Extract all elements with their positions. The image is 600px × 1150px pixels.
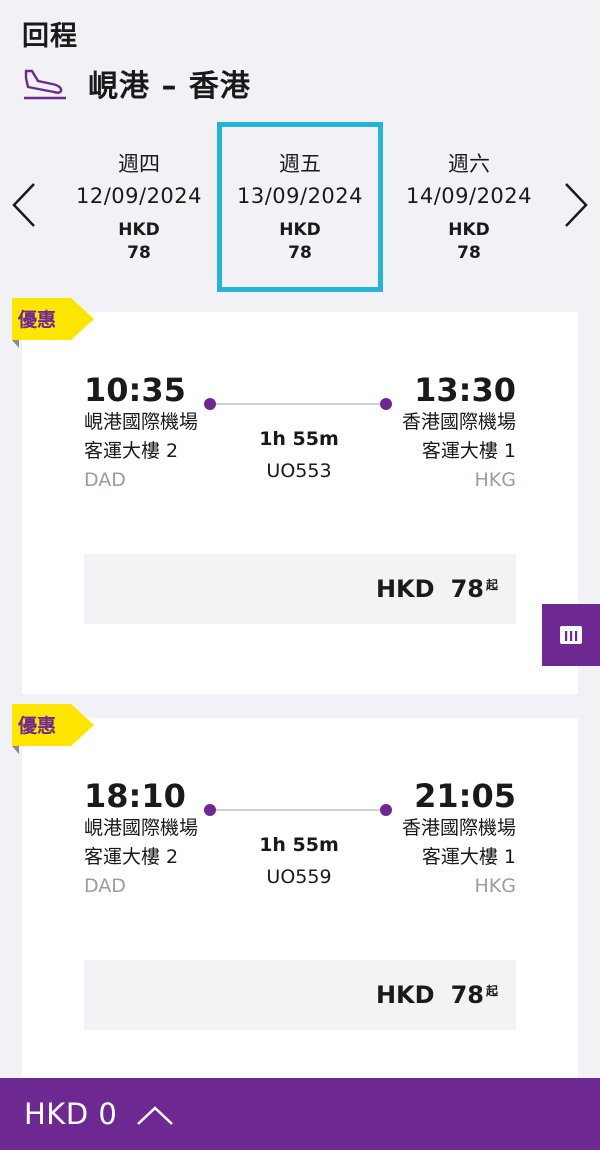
total-price: HKD 0: [24, 1097, 118, 1131]
route-line: [202, 802, 394, 818]
fare-price-box[interactable]: HKD 78 起: [84, 960, 516, 1030]
departure-time: 10:35: [84, 371, 186, 409]
departure-airport: 峴港國際機場: [84, 817, 199, 839]
date-price: 78: [127, 243, 151, 263]
date-selector: 週四 12/09/2024 HKD 78 週五 13/09/2024 HKD 7…: [0, 122, 600, 292]
flight-card[interactable]: 優惠 18:10 峴港國際機場 客運大樓 2 DAD 1h 55m UO559 …: [12, 704, 578, 1078]
fare-currency: HKD: [375, 981, 435, 1009]
departure-code: DAD: [84, 469, 126, 491]
fare-price-box[interactable]: HKD 78 起: [84, 554, 516, 624]
promo-badge-label: 優惠: [18, 309, 57, 331]
route-title: 峴港 – 香港: [88, 69, 251, 104]
promo-badge-label: 優惠: [18, 715, 57, 737]
flight-number: UO559: [266, 866, 332, 888]
arrival-airport: 香港國際機場: [401, 411, 516, 433]
arrival-code: HKG: [474, 875, 516, 897]
departure-airport: 峴港國際機場: [84, 411, 199, 433]
arrival-time: 21:05: [414, 777, 516, 815]
departure-terminal: 客運大樓 2: [84, 440, 179, 462]
arrival-info: 13:30 香港國際機場 客運大樓 1 HKG: [386, 372, 516, 494]
date-value: 13/09/2024: [236, 184, 364, 208]
date-dow: 週五: [279, 152, 321, 176]
origin-dot: [204, 804, 216, 816]
arrival-time: 13:30: [414, 371, 516, 409]
next-dates-arrow-icon[interactable]: [560, 180, 590, 230]
date-currency: HKD: [448, 220, 490, 240]
date-option-sat[interactable]: 週六 14/09/2024 HKD 78: [386, 122, 552, 292]
route-line-bar: [210, 809, 386, 811]
page-header: 回程 峴港 – 香港: [22, 14, 578, 105]
departure-info: 18:10 峴港國際機場 客運大樓 2 DAD: [84, 778, 214, 900]
arrival-terminal: 客運大樓 1: [421, 440, 516, 462]
date-dow: 週四: [118, 152, 160, 176]
fare-price: 78: [450, 981, 484, 1009]
departure-terminal: 客運大樓 2: [84, 846, 179, 868]
fare-from-suffix: 起: [485, 983, 498, 998]
departure-info: 10:35 峴港國際機場 客運大樓 2 DAD: [84, 372, 214, 494]
departure-time: 18:10: [84, 777, 186, 815]
date-option-thu[interactable]: 週四 12/09/2024 HKD 78: [56, 122, 222, 292]
promo-badge: 優惠: [12, 704, 94, 746]
date-value: 12/09/2024: [75, 184, 203, 208]
date-option-fri-selected[interactable]: 週五 13/09/2024 HKD 78: [217, 122, 383, 292]
chevron-up-icon[interactable]: [135, 1105, 175, 1127]
list-columns-icon: [560, 626, 582, 644]
date-currency: HKD: [279, 220, 321, 240]
arrival-info: 21:05 香港國際機場 客運大樓 1 HKG: [386, 778, 516, 900]
route-line-bar: [210, 403, 386, 405]
flight-card[interactable]: 優惠 10:35 峴港國際機場 客運大樓 2 DAD 1h 55m UO553 …: [12, 298, 578, 694]
flight-number: UO553: [266, 460, 332, 482]
departure-code: DAD: [84, 875, 126, 897]
total-price-bar[interactable]: HKD 0: [0, 1078, 600, 1150]
page-subtitle: 回程: [22, 21, 78, 52]
plane-landing-icon: [24, 69, 66, 100]
previous-dates-arrow-icon[interactable]: [10, 180, 40, 230]
flight-duration: 1h 55m: [259, 428, 339, 450]
arrival-code: HKG: [474, 469, 516, 491]
route-row: 峴港 – 香港: [22, 61, 578, 105]
date-price: 78: [288, 243, 312, 263]
arrival-terminal: 客運大樓 1: [421, 846, 516, 868]
flight-duration: 1h 55m: [259, 834, 339, 856]
side-menu-tab[interactable]: [542, 604, 600, 666]
fare-currency: HKD: [375, 575, 435, 603]
date-dow: 週六: [448, 152, 490, 176]
origin-dot: [204, 398, 216, 410]
date-value: 14/09/2024: [405, 184, 533, 208]
date-currency: HKD: [118, 220, 160, 240]
promo-badge: 優惠: [12, 298, 94, 340]
date-price: 78: [457, 243, 481, 263]
route-line: [202, 396, 394, 412]
fare-from-suffix: 起: [485, 577, 498, 592]
fare-price: 78: [450, 575, 484, 603]
badge-fold: [12, 746, 19, 754]
badge-fold: [12, 340, 19, 348]
arrival-airport: 香港國際機場: [401, 817, 516, 839]
